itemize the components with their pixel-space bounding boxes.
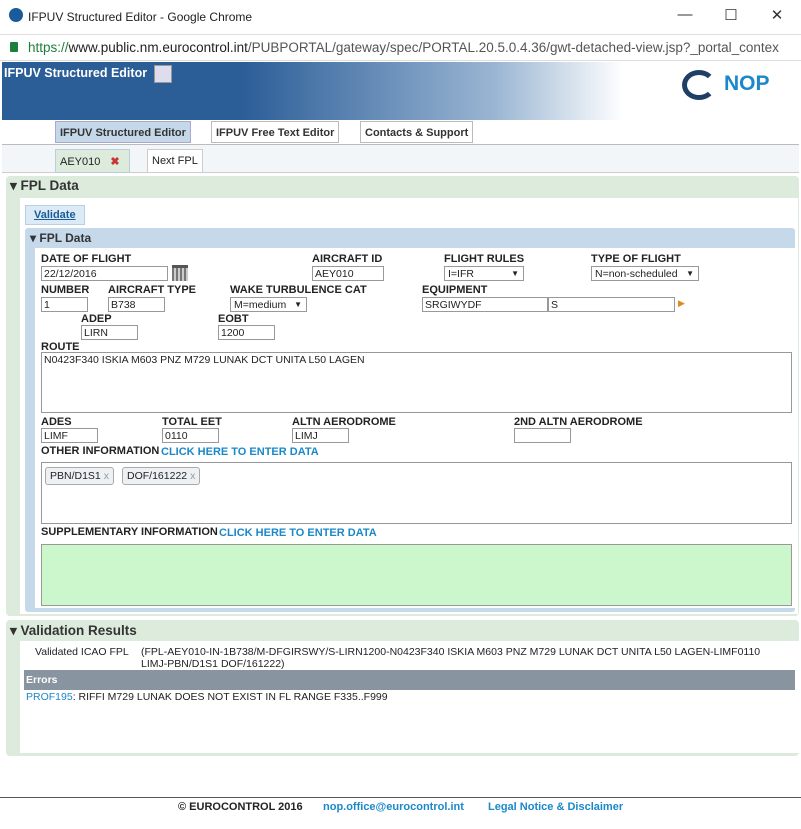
aircraft-id-label: AIRCRAFT ID [312,253,383,265]
type-of-flight-label: TYPE OF FLIGHT [591,253,681,265]
altn-aerodrome-label: ALTN AERODROME [292,416,396,428]
footer-email-link[interactable]: nop.office@eurocontrol.int [323,801,464,813]
url: https://www.public.nm.eurocontrol.int/PU… [28,40,779,55]
monitor-icon[interactable] [154,65,172,83]
route-textarea[interactable]: N0423F340 ISKIA M603 PNZ M729 LUNAK DCT … [41,352,792,413]
validate-button[interactable]: Validate [25,205,85,225]
banner: IFPUV Structured Editor [2,62,799,120]
tab-contacts-support[interactable]: Contacts & Support [360,121,474,143]
validation-results-header[interactable]: ▾ Validation Results [10,623,137,639]
equipment-input[interactable]: SRGIWYDF [422,297,548,312]
aircraft-type-label: AIRCRAFT TYPE [108,284,196,296]
flight-rules-label: FLIGHT RULES [444,253,525,265]
altn2-aerodrome-label: 2ND ALTN AERODROME [514,416,643,428]
address-bar[interactable]: https://www.public.nm.eurocontrol.int/PU… [0,35,801,61]
supp-info-label: SUPPLEMENTARY INFORMATION [41,526,218,538]
eobt-label: EOBT [218,313,249,325]
expand-arrow-icon[interactable]: ▶ [678,298,685,309]
equipment-surveillance-input[interactable]: S [548,297,675,312]
altn-aerodrome-input[interactable]: LIMJ [292,428,349,443]
flight-rules-select[interactable]: I=IFR [444,266,524,281]
window-title: IFPUV Structured Editor - Google Chrome [28,10,253,24]
number-label: NUMBER [41,284,90,296]
nop-logo: NOP [724,72,770,95]
chip-pbn: PBN/D1S1 x [45,467,115,485]
chrome-app-icon [9,8,23,22]
footer-copyright: © EUROCONTROL 2016 [178,801,303,813]
adep-label: ADEP [81,313,112,325]
close-button[interactable]: ✕ [762,6,792,24]
icao-fpl-label: Validated ICAO FPL [35,646,129,658]
eobt-input[interactable]: 1200 [218,325,275,340]
date-of-flight-label: DATE OF FLIGHT [41,253,132,265]
equipment-label: EQUIPMENT [422,284,488,296]
aircraft-id-input[interactable]: AEY010 [312,266,384,281]
remove-chip-icon[interactable]: x [190,470,195,482]
total-eet-label: TOTAL EET [162,416,222,428]
wake-turbulence-select[interactable]: M=medium [230,297,307,312]
lock-icon [10,42,18,52]
inner-fpl-header[interactable]: ▾ FPL Data [30,231,91,245]
number-input[interactable]: 1 [41,297,88,312]
errors-header: Errors [24,670,795,690]
tab-structured-editor[interactable]: IFPUV Structured Editor [55,121,191,143]
wake-turbulence-label: WAKE TURBULENCE CAT [230,284,367,296]
icao-fpl-line2: LIMJ-PBN/D1S1 DOF/161222) [141,658,285,670]
error-row: PROF195: RIFFI M729 LUNAK DOES NOT EXIST… [26,691,388,703]
date-of-flight-input[interactable]: 22/12/2016 [41,266,168,281]
other-info-enter-link[interactable]: CLICK HERE TO ENTER DATA [161,446,319,458]
remove-chip-icon[interactable]: x [104,470,109,482]
window-titlebar: IFPUV Structured Editor - Google Chrome … [0,0,801,35]
minimize-button[interactable]: — [670,6,700,23]
aircraft-type-input[interactable]: B738 [108,297,165,312]
supp-info-enter-link[interactable]: CLICK HERE TO ENTER DATA [219,527,377,539]
footer-legal-link[interactable]: Legal Notice & Disclaimer [488,801,623,813]
next-fpl-tab[interactable]: Next FPL [147,149,203,173]
nop-logo-icon [682,70,716,100]
icao-fpl-line1: (FPL-AEY010-IN-1B738/M-DFGIRSWY/S-LIRN12… [141,646,761,658]
ades-input[interactable]: LIMF [41,428,98,443]
error-code-link[interactable]: PROF195 [26,691,73,703]
adep-input[interactable]: LIRN [81,325,138,340]
total-eet-input[interactable]: 0110 [162,428,219,443]
other-info-label: OTHER INFORMATION [41,445,160,457]
type-of-flight-select[interactable]: N=non-scheduled [591,266,699,281]
fpl-tab-aey010[interactable]: AEY010 ✖ [55,149,130,173]
fpl-section-header[interactable]: ▾ FPL Data [10,178,79,194]
ades-label: ADES [41,416,72,428]
supp-info-box[interactable] [41,544,792,606]
calendar-icon[interactable] [172,265,188,281]
banner-title: IFPUV Structured Editor [4,66,148,80]
maximize-button[interactable]: ☐ [716,6,746,24]
altn2-aerodrome-input[interactable] [514,428,571,443]
close-tab-icon[interactable]: ✖ [110,156,119,168]
tab-free-text-editor[interactable]: IFPUV Free Text Editor [211,121,340,143]
chip-dof: DOF/161222 x [122,467,201,485]
